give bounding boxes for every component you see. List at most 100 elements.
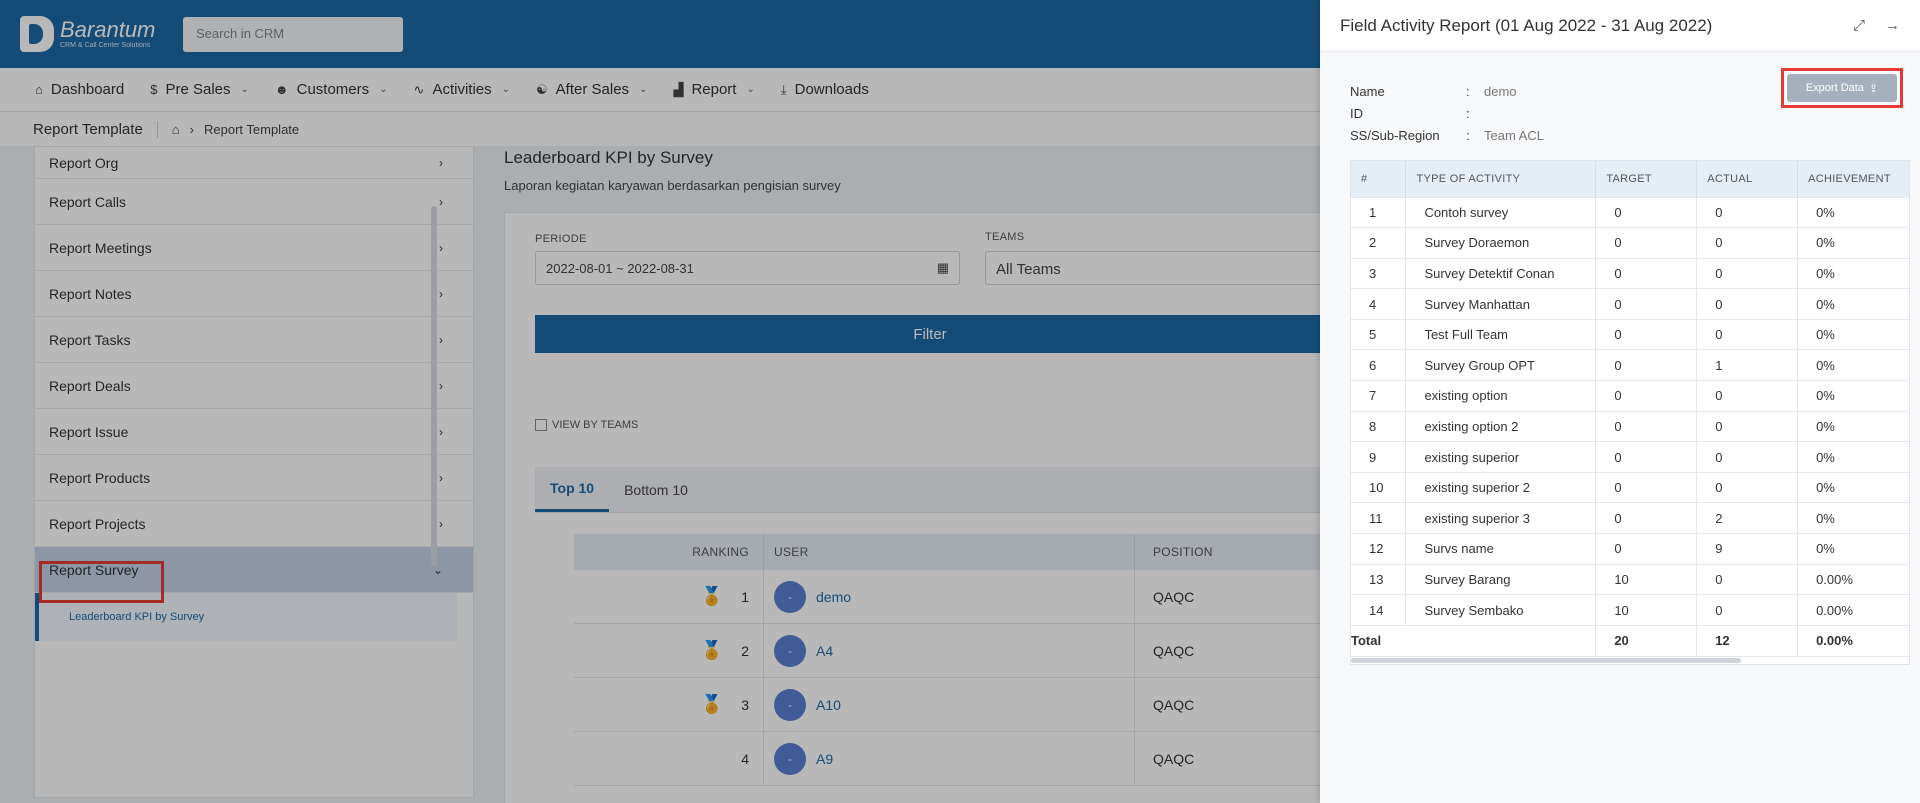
- activity-table: # TYPE OF ACTIVITY TARGET ACTUAL ACHIEVE…: [1350, 160, 1910, 665]
- col-achievement: ACHIEVEMENT: [1797, 161, 1909, 197]
- table-cell: 0.00%: [1797, 563, 1909, 595]
- table-row: 4 Survey Manhattan 0 0 0%: [1351, 288, 1909, 320]
- table-cell: 0%: [1797, 318, 1909, 350]
- table-cell: 0: [1595, 349, 1698, 381]
- table-cell: 0: [1696, 563, 1799, 595]
- employee-info: Name: demo ID: SS/Sub-Region: Team ACL: [1350, 83, 1544, 143]
- export-icon: ⇪: [1868, 82, 1879, 95]
- total-achievement: 0.00%: [1797, 624, 1909, 656]
- table-cell: 7: [1351, 380, 1407, 412]
- table-cell: 0: [1696, 318, 1799, 350]
- table-cell: 13: [1351, 563, 1407, 595]
- table-row: 13 Survey Barang 10 0 0.00%: [1351, 563, 1909, 595]
- table-cell: 0%: [1797, 349, 1909, 381]
- table-cell: 3: [1351, 257, 1407, 289]
- table-cell: 0.00%: [1797, 594, 1909, 626]
- table-cell: Survey Sembako: [1405, 594, 1597, 626]
- table-cell: 8: [1351, 410, 1407, 442]
- table-cell: 0: [1595, 257, 1698, 289]
- table-horizontal-scrollbar[interactable]: [1351, 655, 1909, 664]
- table-row: 5 Test Full Team 0 0 0%: [1351, 318, 1909, 350]
- table-cell: 0: [1696, 471, 1799, 503]
- table-cell: 0%: [1797, 380, 1909, 412]
- table-cell: existing option: [1405, 380, 1597, 412]
- table-cell: 0%: [1797, 288, 1909, 320]
- table-cell: 0: [1696, 594, 1799, 626]
- modal-backdrop[interactable]: [0, 0, 1320, 803]
- table-cell: existing superior 2: [1405, 471, 1597, 503]
- table-cell: 9: [1351, 441, 1407, 473]
- table-row: 14 Survey Sembako 10 0 0.00%: [1351, 594, 1909, 626]
- table-cell: 0: [1696, 380, 1799, 412]
- col-type: TYPE OF ACTIVITY: [1405, 161, 1597, 197]
- table-cell: 0: [1696, 196, 1799, 228]
- table-cell: 0%: [1797, 502, 1909, 534]
- table-cell: Survey Barang: [1405, 563, 1597, 595]
- table-cell: 0%: [1797, 471, 1909, 503]
- table-cell: 0: [1696, 288, 1799, 320]
- table-row: 9 existing superior 0 0 0%: [1351, 441, 1909, 473]
- table-cell: 0: [1595, 227, 1698, 259]
- table-cell: 2: [1696, 502, 1799, 534]
- table-row: 2 Survey Doraemon 0 0 0%: [1351, 227, 1909, 259]
- total-label: Total: [1351, 633, 1382, 649]
- table-cell: 0: [1696, 257, 1799, 289]
- close-arrow-icon[interactable]: →: [1885, 17, 1900, 34]
- table-cell: existing superior: [1405, 441, 1597, 473]
- table-row: 10 existing superior 2 0 0 0%: [1351, 471, 1909, 503]
- panel-title: Field Activity Report (01 Aug 2022 - 31 …: [1340, 15, 1713, 35]
- table-row: 3 Survey Detektif Conan 0 0 0%: [1351, 257, 1909, 289]
- table-cell: 0%: [1797, 441, 1909, 473]
- total-actual: 12: [1696, 624, 1799, 656]
- table-cell: 0: [1595, 471, 1698, 503]
- table-cell: 0: [1595, 288, 1698, 320]
- col-target: TARGET: [1595, 161, 1698, 197]
- table-cell: 0: [1595, 533, 1698, 565]
- table-cell: 4: [1351, 288, 1407, 320]
- table-cell: 5: [1351, 318, 1407, 350]
- table-cell: Contoh survey: [1405, 196, 1597, 228]
- table-cell: 10: [1351, 471, 1407, 503]
- table-row: 8 existing option 2 0 0 0%: [1351, 410, 1909, 442]
- table-cell: 0: [1696, 410, 1799, 442]
- table-row: 12 Survs name 0 9 0%: [1351, 533, 1909, 565]
- table-cell: 0: [1595, 380, 1698, 412]
- expand-icon[interactable]: ⤢: [1853, 17, 1865, 34]
- table-cell: 0: [1696, 441, 1799, 473]
- table-cell: 1: [1696, 349, 1799, 381]
- table-row: 6 Survey Group OPT 0 1 0%: [1351, 349, 1909, 381]
- table-cell: 6: [1351, 349, 1407, 381]
- table-cell: 0: [1595, 318, 1698, 350]
- table-row: 11 existing superior 3 0 2 0%: [1351, 502, 1909, 534]
- table-cell: 10: [1595, 563, 1698, 595]
- table-cell: Survey Group OPT: [1405, 349, 1597, 381]
- table-cell: 10: [1595, 594, 1698, 626]
- table-cell: Survey Detektif Conan: [1405, 257, 1597, 289]
- table-cell: existing option 2: [1405, 410, 1597, 442]
- table-row: 1 Contoh survey 0 0 0%: [1351, 196, 1909, 228]
- table-cell: 0%: [1797, 533, 1909, 565]
- table-cell: 0: [1595, 410, 1698, 442]
- table-cell: 0: [1696, 227, 1799, 259]
- total-target: 20: [1595, 624, 1698, 656]
- table-cell: 2: [1351, 227, 1407, 259]
- table-cell: 11: [1351, 502, 1407, 534]
- table-cell: 9: [1696, 533, 1799, 565]
- table-cell: 0%: [1797, 257, 1909, 289]
- total-row: Total 20 12 0.00%: [1351, 624, 1909, 656]
- table-cell: 14: [1351, 594, 1407, 626]
- export-data-button[interactable]: Export Data ⇪: [1787, 74, 1897, 102]
- info-name: demo: [1484, 83, 1517, 99]
- table-cell: 0%: [1797, 410, 1909, 442]
- table-cell: 12: [1351, 533, 1407, 565]
- table-cell: 0%: [1797, 227, 1909, 259]
- table-row: 7 existing option 0 0 0%: [1351, 380, 1909, 412]
- col-actual: ACTUAL: [1696, 161, 1799, 197]
- col-number: #: [1351, 161, 1407, 197]
- table-cell: 0: [1595, 196, 1698, 228]
- table-cell: 0%: [1797, 196, 1909, 228]
- table-cell: Test Full Team: [1405, 318, 1597, 350]
- table-cell: Survey Manhattan: [1405, 288, 1597, 320]
- table-cell: Survey Doraemon: [1405, 227, 1597, 259]
- table-cell: existing superior 3: [1405, 502, 1597, 534]
